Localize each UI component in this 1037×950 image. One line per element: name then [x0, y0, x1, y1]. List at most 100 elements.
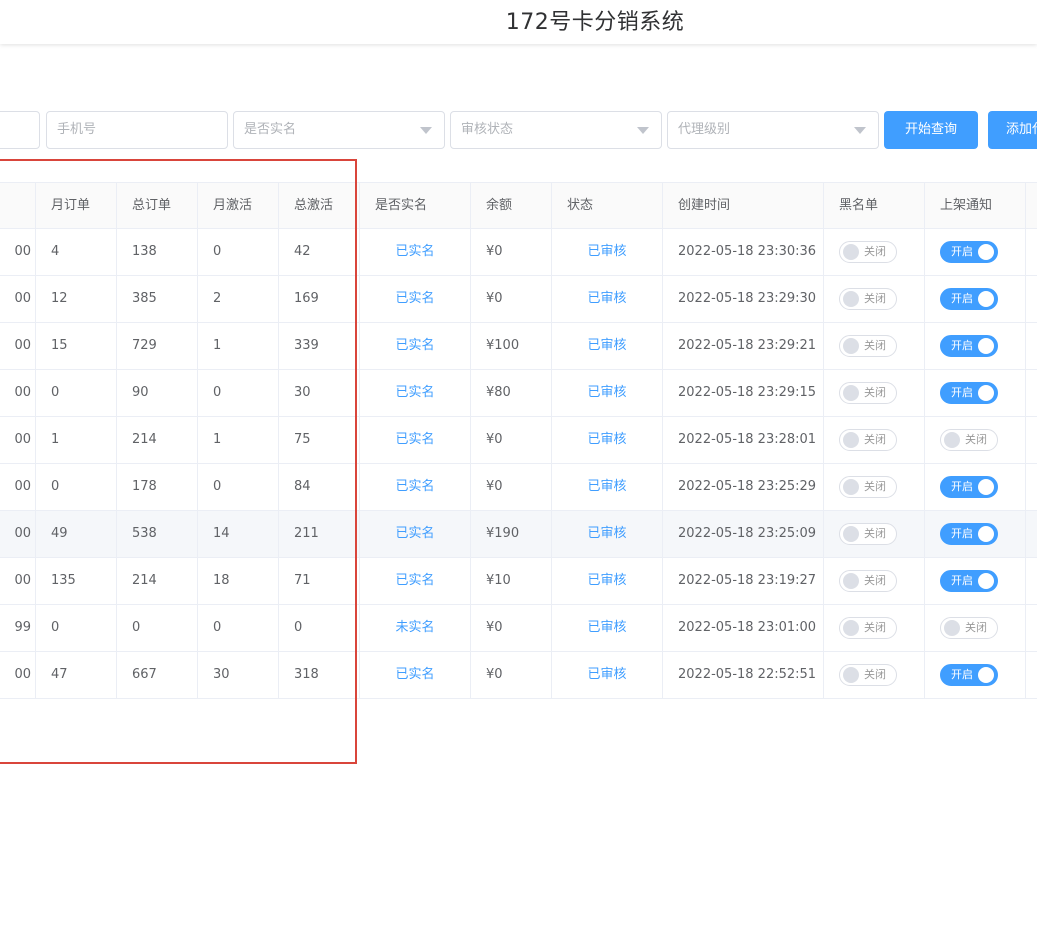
table-row: 00 4 138 0 42 已实名 ¥0 已审核 2022-05-18 23:30:36 关闭 开启 — [0, 229, 1037, 276]
realname-select-placeholder: 是否实名 — [244, 122, 297, 137]
month-activations-cell: 30 — [198, 652, 279, 698]
column-header: 月激活 — [198, 183, 279, 229]
table-row: 00 135 214 18 71 已实名 ¥10 已审核 2022-05-18 23:19:27… — [0, 558, 1037, 605]
listing-notify-toggle[interactable]: 开启 — [940, 523, 998, 545]
status-link[interactable]: 已审核 — [587, 526, 626, 541]
total-activations-cell: 42 — [279, 229, 360, 275]
id-cell: 00 — [0, 464, 36, 510]
listing-notify-toggle[interactable]: 关闭 — [940, 617, 998, 639]
created-time-cell: 2022-05-18 23:30:36 — [663, 229, 824, 275]
month-activations-cell: 0 — [198, 464, 279, 510]
month-orders-cell: 0 — [36, 370, 117, 416]
chevron-down-icon — [420, 127, 432, 134]
listing-notify-toggle[interactable]: 开启 — [940, 241, 998, 263]
listing-notify-toggle[interactable]: 开启 — [940, 664, 998, 686]
realname-link[interactable]: 已实名 — [395, 291, 434, 306]
listing-notify-toggle[interactable]: 开启 — [940, 476, 998, 498]
created-time-cell: 2022-05-18 22:52:51 — [663, 652, 824, 698]
blacklist-toggle[interactable]: 关闭 — [839, 335, 897, 357]
notify-cell: 开启 — [925, 276, 1026, 322]
blacklist-toggle[interactable]: 关闭 — [839, 664, 897, 686]
table-row: 00 1 214 1 75 已实名 ¥0 已审核 2022-05-18 23:28:01 关闭 关闭 — [0, 417, 1037, 464]
status-cell: 已审核 — [552, 229, 663, 275]
status-link[interactable]: 已审核 — [587, 667, 626, 682]
agent-level-select[interactable]: 代理级别 — [667, 111, 879, 149]
table-row: 00 0 178 0 84 已实名 ¥0 已审核 2022-05-18 23:25:29 关闭 开启 — [0, 464, 1037, 511]
chevron-down-icon — [637, 127, 649, 134]
status-cell: 已审核 — [552, 652, 663, 698]
blacklist-toggle[interactable]: 关闭 — [839, 241, 897, 263]
blacklist-cell: 关闭 — [824, 417, 925, 463]
blacklist-toggle[interactable]: 关闭 — [839, 382, 897, 404]
blacklist-toggle[interactable]: 关闭 — [839, 617, 897, 639]
total-orders-cell: 729 — [117, 323, 198, 369]
status-link[interactable]: 已审核 — [587, 479, 626, 494]
id-cell: 00 — [0, 511, 36, 557]
table-header-row: 月订单 总订单 月激活 总激活 是否实名 余额 状态 创建时间 黑名单 上架通知 — [0, 182, 1037, 229]
realname-link[interactable]: 已实名 — [395, 338, 434, 353]
search-button[interactable]: 开始查询 — [884, 111, 978, 149]
blacklist-cell: 关闭 — [824, 276, 925, 322]
blacklist-toggle[interactable]: 关闭 — [839, 523, 897, 545]
id-filter-input[interactable] — [0, 111, 40, 149]
month-orders-cell: 135 — [36, 558, 117, 604]
realname-cell: 已实名 — [360, 229, 471, 275]
review-status-select[interactable]: 审核状态 — [450, 111, 662, 149]
realname-cell: 已实名 — [360, 558, 471, 604]
realname-link[interactable]: 已实名 — [395, 432, 434, 447]
realname-select[interactable]: 是否实名 — [233, 111, 445, 149]
balance-cell: ¥100 — [471, 323, 552, 369]
realname-link[interactable]: 已实名 — [395, 385, 434, 400]
total-orders-cell: 138 — [117, 229, 198, 275]
id-cell: 00 — [0, 276, 36, 322]
status-link[interactable]: 已审核 — [587, 573, 626, 588]
overflow-cell — [1026, 652, 1037, 698]
month-activations-cell: 14 — [198, 511, 279, 557]
realname-link[interactable]: 未实名 — [395, 620, 434, 635]
listing-notify-toggle[interactable]: 开启 — [940, 382, 998, 404]
blacklist-toggle[interactable]: 关闭 — [839, 288, 897, 310]
phone-input[interactable]: 手机号 — [46, 111, 228, 149]
status-link[interactable]: 已审核 — [587, 244, 626, 259]
toggle-knob — [978, 526, 994, 542]
toggle-label: 关闭 — [965, 621, 987, 634]
month-activations-cell: 1 — [198, 323, 279, 369]
listing-notify-toggle[interactable]: 开启 — [940, 570, 998, 592]
balance-cell: ¥0 — [471, 417, 552, 463]
realname-link[interactable]: 已实名 — [395, 667, 434, 682]
month-orders-cell: 1 — [36, 417, 117, 463]
toggle-knob — [843, 667, 859, 683]
realname-link[interactable]: 已实名 — [395, 479, 434, 494]
realname-cell: 已实名 — [360, 417, 471, 463]
add-agent-button[interactable]: 添加代理 — [988, 111, 1037, 149]
overflow-cell — [1026, 323, 1037, 369]
status-link[interactable]: 已审核 — [587, 620, 626, 635]
listing-notify-toggle[interactable]: 开启 — [940, 335, 998, 357]
status-link[interactable]: 已审核 — [587, 432, 626, 447]
blacklist-cell: 关闭 — [824, 464, 925, 510]
realname-link[interactable]: 已实名 — [395, 526, 434, 541]
created-time-cell: 2022-05-18 23:25:09 — [663, 511, 824, 557]
blacklist-toggle[interactable]: 关闭 — [839, 429, 897, 451]
total-activations-cell: 339 — [279, 323, 360, 369]
month-activations-cell: 0 — [198, 229, 279, 275]
realname-cell: 已实名 — [360, 652, 471, 698]
listing-notify-toggle[interactable]: 开启 — [940, 288, 998, 310]
status-link[interactable]: 已审核 — [587, 291, 626, 306]
id-cell: 00 — [0, 558, 36, 604]
month-orders-cell: 47 — [36, 652, 117, 698]
status-link[interactable]: 已审核 — [587, 338, 626, 353]
balance-cell: ¥0 — [471, 605, 552, 651]
toggle-knob — [944, 432, 960, 448]
toggle-label: 关闭 — [864, 621, 886, 634]
toggle-knob — [843, 573, 859, 589]
realname-link[interactable]: 已实名 — [395, 244, 434, 259]
blacklist-toggle[interactable]: 关闭 — [839, 476, 897, 498]
listing-notify-toggle[interactable]: 关闭 — [940, 429, 998, 451]
blacklist-toggle[interactable]: 关闭 — [839, 570, 897, 592]
realname-link[interactable]: 已实名 — [395, 573, 434, 588]
review-status-placeholder: 审核状态 — [461, 122, 514, 137]
notify-cell: 开启 — [925, 229, 1026, 275]
realname-cell: 已实名 — [360, 276, 471, 322]
status-link[interactable]: 已审核 — [587, 385, 626, 400]
